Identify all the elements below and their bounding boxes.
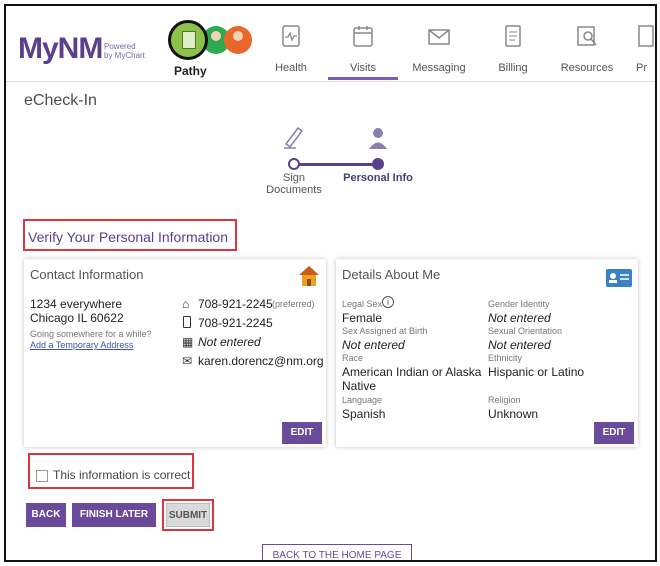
details-heading: Details About Me (342, 267, 441, 282)
active-user-name: Pathy (174, 64, 207, 78)
contact-edit-button[interactable]: EDIT (282, 422, 322, 444)
going-somewhere-text: Going somewhere for a while? (30, 329, 152, 339)
sexual-orientation: Not entered (488, 338, 551, 352)
health-icon (282, 25, 300, 47)
step-progress-line (294, 163, 379, 166)
work-phone-icon: ▦ (182, 335, 194, 349)
sex-assigned-label: Sex Assigned at Birth (342, 326, 428, 336)
nav-health-label: Health (275, 62, 307, 74)
step-dot-sign-documents[interactable] (288, 158, 300, 170)
verify-title: Verify Your Personal Information (28, 229, 229, 245)
sex-assigned: Not entered (342, 338, 405, 352)
finish-later-button[interactable]: FINISH LATER (72, 503, 156, 527)
submit-button[interactable]: SUBMIT (166, 503, 210, 527)
info-correct-checkbox[interactable] (36, 470, 48, 482)
nav-resources-label: Resources (560, 62, 614, 74)
nav-billing[interactable]: Billing (478, 24, 548, 80)
ethnicity-label: Ethnicity (488, 353, 523, 363)
email-icon: ✉ (182, 354, 193, 368)
step-label-personal-info: Personal Info (343, 172, 413, 184)
gender-identity-label: Gender Identity (488, 299, 550, 309)
avatar-orange[interactable] (224, 26, 252, 54)
home-phone: 708-921-2245 (198, 297, 273, 311)
nav-visits[interactable]: Visits (328, 24, 398, 80)
nav-visits-label: Visits (349, 62, 377, 74)
page-title: eCheck-In (24, 92, 97, 109)
id-card-icon (606, 269, 632, 287)
back-to-home-button[interactable]: BACK TO THE HOME PAGE (262, 544, 412, 560)
home-phone-icon: ⌂ (182, 297, 190, 311)
top-header: MyNM Powered by MyChart Pathy Health Vis… (6, 6, 655, 82)
language: Spanish (342, 407, 386, 421)
legal-sex: Female (342, 311, 383, 325)
details-edit-button[interactable]: EDIT (594, 422, 634, 444)
step-dot-personal-info (372, 158, 384, 170)
details-about-me-card: Details About Me Legal Sex i Female Gend… (336, 259, 638, 447)
race-label: Race (342, 353, 364, 363)
mobile-phone-icon (183, 316, 191, 328)
ethnicity: Hispanic or Latino (488, 365, 585, 379)
nav-resources[interactable]: Resources (552, 24, 622, 80)
mobile-phone: 708-921-2245 (198, 316, 273, 330)
nav-health[interactable]: Health (256, 24, 326, 80)
house-icon (299, 266, 319, 286)
race: American Indian or Alaska Native (342, 365, 482, 393)
resources-icon (577, 26, 597, 46)
step-label-sign-documents[interactable]: Sign Documents (258, 172, 330, 196)
nav-messaging-label: Messaging (412, 62, 466, 74)
religion-label: Religion (488, 395, 521, 405)
preferred-label: (preferred) (272, 299, 315, 309)
religion: Unknown (488, 407, 539, 421)
profile-icon (638, 25, 654, 47)
nav-billing-label: Billing (498, 62, 528, 74)
back-button[interactable]: BACK (26, 503, 66, 527)
avatar-pathy[interactable] (168, 20, 208, 60)
person-icon (369, 128, 387, 149)
contact-heading: Contact Information (30, 267, 144, 282)
legal-sex-label: Legal Sex (342, 299, 383, 309)
logo-powered-by: Powered by MyChart (104, 42, 145, 60)
contact-info-card: Contact Information 1234 everywhere Chic… (24, 259, 326, 447)
mynm-logo[interactable]: MyNM Powered by MyChart (18, 32, 153, 72)
nav-profile[interactable]: Pr (622, 24, 655, 80)
info-correct-label[interactable]: This information is correct (53, 468, 190, 482)
add-temporary-address-link[interactable]: Add a Temporary Address (30, 340, 133, 350)
nav-profile-label: Pr (636, 62, 647, 74)
gender-identity: Not entered (488, 311, 551, 325)
logo-text: MyNM (18, 32, 103, 65)
address-line2: Chicago IL 60622 (30, 311, 124, 325)
envelope-icon (428, 29, 450, 45)
account-switcher[interactable]: Pathy (168, 20, 254, 80)
sexual-orientation-label: Sexual Orientation (488, 326, 563, 336)
bill-icon (505, 25, 521, 47)
nav-messaging[interactable]: Messaging (404, 24, 474, 80)
email: karen.dorencz@nm.org (198, 354, 324, 368)
address-line1: 1234 everywhere (30, 297, 123, 311)
checkin-stepper: Sign Documents Personal Info (256, 124, 426, 199)
info-icon[interactable]: i (382, 296, 394, 308)
language-label: Language (342, 395, 383, 405)
app-window: MyNM Powered by MyChart Pathy Health Vis… (4, 4, 657, 562)
pen-icon (284, 126, 304, 149)
calendar-icon (353, 26, 373, 47)
work-phone: Not entered (198, 335, 261, 349)
